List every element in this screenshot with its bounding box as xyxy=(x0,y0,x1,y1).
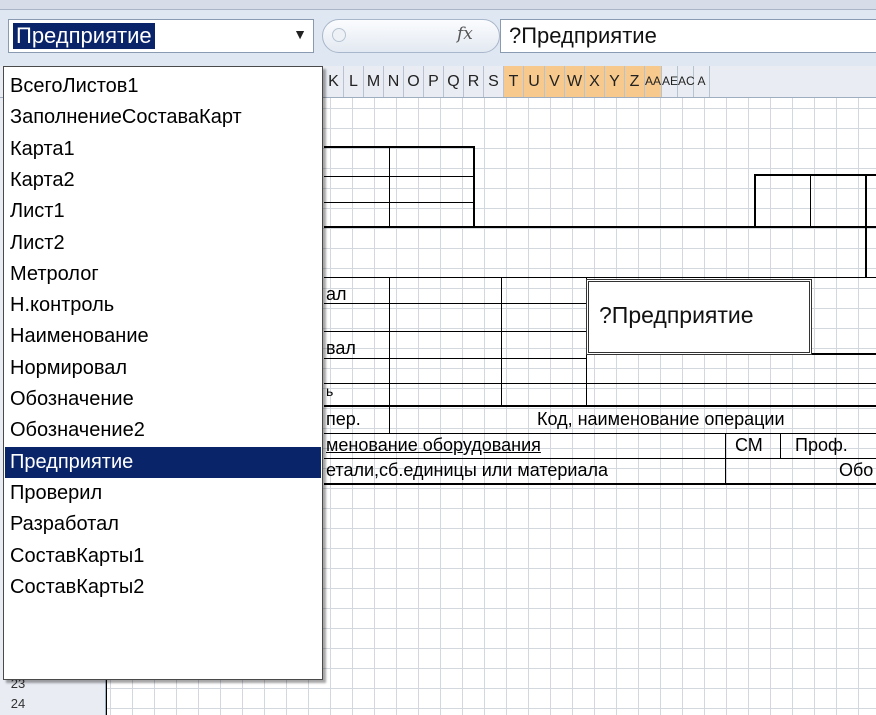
column-header[interactable]: V xyxy=(545,66,565,97)
cell-fragment: Обо xyxy=(839,460,874,480)
cell-border xyxy=(501,277,502,405)
defined-names-dropdown[interactable]: ВсегоЛистов1 ЗаполнениеСоставаКарт Карта1 К… xyxy=(3,66,323,680)
dropdown-item[interactable]: Наименование xyxy=(5,321,321,352)
resize-handle-icon[interactable] xyxy=(332,28,346,42)
cell-border xyxy=(324,433,876,434)
cell-border xyxy=(725,433,726,485)
cell-border xyxy=(865,174,867,278)
name-box-value[interactable]: Предприятие xyxy=(13,23,155,49)
cell-border xyxy=(810,174,811,228)
dropdown-item[interactable]: СоставКарты1 xyxy=(5,541,321,572)
row-header[interactable]: 24 xyxy=(0,696,36,711)
name-box[interactable]: Предприятие ▼ xyxy=(8,19,314,53)
cell-fragment: Проф. xyxy=(795,435,848,455)
cell-border xyxy=(324,202,474,203)
column-header[interactable]: T xyxy=(504,66,524,97)
cell-border xyxy=(389,405,390,433)
cell-border xyxy=(324,303,586,304)
column-header[interactable]: AE xyxy=(662,66,678,97)
cell-border xyxy=(324,277,876,278)
cell-border xyxy=(324,176,474,177)
dropdown-item[interactable]: Н.контроль xyxy=(5,290,321,321)
dropdown-item[interactable]: Разработал xyxy=(5,509,321,540)
dropdown-item[interactable]: Метролог xyxy=(5,259,321,290)
cell-border xyxy=(324,405,876,407)
cell-border xyxy=(324,358,586,359)
dropdown-item[interactable]: ВсегоЛистов1 xyxy=(5,71,321,102)
column-header[interactable]: K xyxy=(324,66,344,97)
dropdown-item[interactable]: Карта1 xyxy=(5,134,321,165)
cell-border xyxy=(324,383,876,384)
column-header[interactable]: W xyxy=(565,66,585,97)
dropdown-item[interactable]: Обозначение xyxy=(5,384,321,415)
cell-fragment: вал xyxy=(326,338,356,358)
column-header[interactable]: Z xyxy=(625,66,645,97)
cell-border xyxy=(473,146,475,228)
cell-border xyxy=(106,675,107,715)
dropdown-item[interactable]: Предприятие xyxy=(5,446,321,478)
cell-fragment: пер. xyxy=(326,409,361,429)
column-header[interactable]: M xyxy=(364,66,384,97)
chevron-down-icon[interactable]: ▼ xyxy=(293,26,307,42)
cell-border xyxy=(754,174,756,228)
cell-fragment: ал xyxy=(326,284,347,304)
cell-border xyxy=(389,146,390,228)
cell-border xyxy=(812,353,876,355)
cell-border xyxy=(324,483,876,485)
dropdown-item[interactable]: Лист1 xyxy=(5,196,321,227)
dropdown-item[interactable]: Нормировал xyxy=(5,353,321,384)
insert-function-icon[interactable]: fx xyxy=(457,24,473,44)
column-header[interactable]: S xyxy=(484,66,504,97)
dropdown-item[interactable]: СоставКарты2 xyxy=(5,572,321,603)
cell-fragment: ь xyxy=(326,383,334,399)
cell-fragment: Код, наименование операции xyxy=(537,409,785,429)
column-header[interactable]: Q xyxy=(444,66,464,97)
ribbon-edge xyxy=(0,0,876,10)
column-header[interactable]: L xyxy=(344,66,364,97)
enterprise-cell-text: ?Предприятие xyxy=(599,302,754,328)
cell-border xyxy=(389,277,390,405)
formula-controls: fx xyxy=(322,19,500,53)
cell-fragment: менование оборудования xyxy=(326,435,541,455)
cell-border xyxy=(324,146,474,148)
formula-input[interactable]: ?Предприятие xyxy=(500,19,876,53)
cell-fragment: СМ xyxy=(735,435,763,455)
cell-border xyxy=(324,226,876,228)
column-header[interactable]: U xyxy=(524,66,545,97)
column-header[interactable]: N xyxy=(384,66,404,97)
dropdown-item[interactable]: Обозначение2 xyxy=(5,415,321,446)
dropdown-item[interactable]: Проверил xyxy=(5,478,321,509)
column-header[interactable]: Y xyxy=(605,66,625,97)
cell-border xyxy=(780,433,781,458)
cell-border xyxy=(324,458,876,459)
dropdown-item[interactable]: ЗаполнениеСоставаКарт xyxy=(5,102,321,133)
cell-border xyxy=(755,174,876,176)
column-header[interactable]: X xyxy=(585,66,605,97)
cell-fragment: етали,сб.единицы или материала xyxy=(326,460,608,480)
column-header[interactable]: AA xyxy=(645,66,662,97)
column-header[interactable]: P xyxy=(424,66,444,97)
column-header[interactable]: R xyxy=(464,66,484,97)
column-header[interactable]: AC xyxy=(678,66,695,97)
cell-border xyxy=(324,331,586,332)
dropdown-item[interactable]: Лист2 xyxy=(5,228,321,259)
dropdown-item[interactable]: Карта2 xyxy=(5,165,321,196)
column-header[interactable]: O xyxy=(404,66,424,97)
column-header[interactable]: A xyxy=(694,66,710,97)
enterprise-cell[interactable]: ?Предприятие xyxy=(586,279,812,355)
